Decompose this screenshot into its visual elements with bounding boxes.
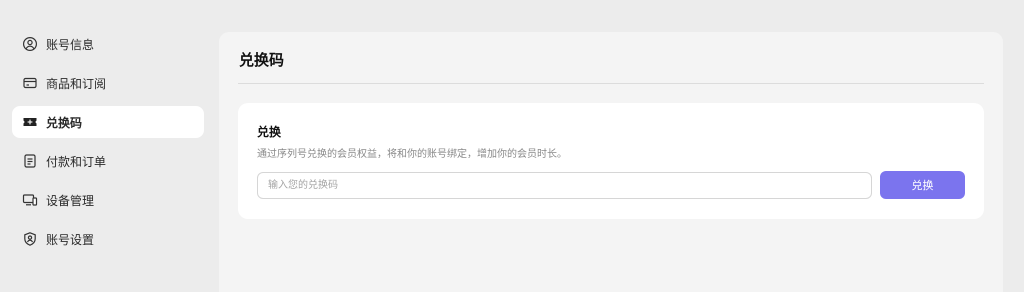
sidebar-item-products-subscriptions[interactable]: 商品和订阅 xyxy=(12,67,204,99)
redeem-code-input[interactable] xyxy=(257,172,872,199)
sidebar-item-account-settings[interactable]: 账号设置 xyxy=(12,223,204,255)
sidebar-item-label: 设备管理 xyxy=(46,193,95,208)
card-title: 兑换 xyxy=(257,125,282,139)
page-title: 兑换码 xyxy=(239,51,285,69)
card-description: 通过序列号兑换的会员权益，将和你的账号绑定，增加你的会员时长。 xyxy=(257,149,567,160)
redeem-card: 兑换 通过序列号兑换的会员权益，将和你的账号绑定，增加你的会员时长。 兑换 xyxy=(238,103,984,219)
page: 账号信息 商品和订阅 兑换码 付款和订单 设备管理 账号设置 兑换码 兑换 通过… xyxy=(0,0,1024,292)
divider xyxy=(238,83,984,84)
ticket-icon xyxy=(22,114,38,130)
sidebar-item-label: 账号信息 xyxy=(46,37,95,52)
main-panel: 兑换码 兑换 通过序列号兑换的会员权益，将和你的账号绑定，增加你的会员时长。 兑… xyxy=(219,32,1003,292)
sidebar: 账号信息 商品和订阅 兑换码 付款和订单 设备管理 账号设置 xyxy=(12,28,204,262)
user-circle-icon xyxy=(22,36,38,52)
devices-icon xyxy=(22,192,38,208)
shield-user-icon xyxy=(22,231,38,247)
sidebar-item-label: 付款和订单 xyxy=(46,154,107,169)
redeem-button[interactable]: 兑换 xyxy=(880,171,965,199)
credit-card-icon xyxy=(22,75,38,91)
sidebar-item-label: 账号设置 xyxy=(46,232,95,247)
sidebar-item-redeem-code[interactable]: 兑换码 xyxy=(12,106,204,138)
sidebar-item-account-info[interactable]: 账号信息 xyxy=(12,28,204,60)
sidebar-item-label: 商品和订阅 xyxy=(46,76,107,91)
receipt-icon xyxy=(22,153,38,169)
sidebar-item-device-management[interactable]: 设备管理 xyxy=(12,184,204,216)
sidebar-item-label: 兑换码 xyxy=(46,115,83,130)
sidebar-item-payments-orders[interactable]: 付款和订单 xyxy=(12,145,204,177)
